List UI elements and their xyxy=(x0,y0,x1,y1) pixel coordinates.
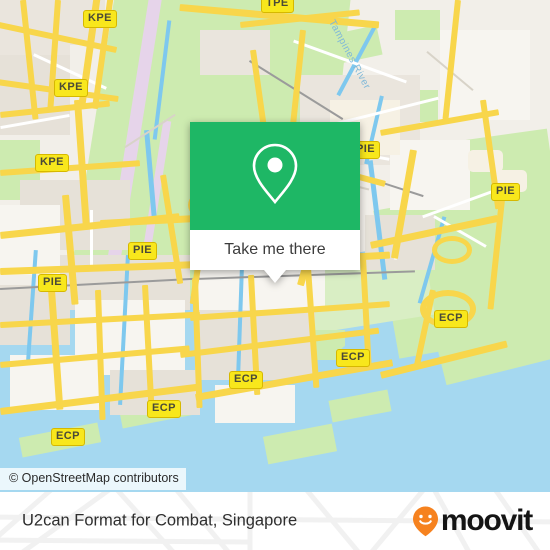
map-pin-icon xyxy=(248,141,302,212)
road-shield-kpe[interactable]: KPE xyxy=(35,154,69,172)
take-me-there-callout[interactable]: Take me there xyxy=(190,122,360,283)
road-shield-kpe[interactable]: KPE xyxy=(54,79,88,97)
moovit-logo[interactable]: moovit xyxy=(412,504,533,537)
moovit-map-screenshot: Tampines River TPE KPE KPE KPE PIE PIE P… xyxy=(0,0,550,550)
road-shield-pie[interactable]: PIE xyxy=(38,274,67,292)
road-shield-pie[interactable]: PIE xyxy=(128,242,157,260)
road-shield-ecp[interactable]: ECP xyxy=(336,349,370,367)
moovit-wordmark: moovit xyxy=(440,504,533,537)
road-shield-ecp[interactable]: ECP xyxy=(434,310,468,328)
road-shield-pie[interactable]: PIE xyxy=(491,183,520,201)
road-shield-ecp[interactable]: ECP xyxy=(51,428,85,446)
callout-button-label: Take me there xyxy=(224,241,326,258)
osm-attribution[interactable]: © OpenStreetMap contributors xyxy=(0,468,186,490)
callout-button[interactable]: Take me there xyxy=(190,230,360,283)
road-shield-ecp[interactable]: ECP xyxy=(229,371,263,389)
place-title: U2can Format for Combat, Singapore xyxy=(22,511,298,530)
road-shield-tpe[interactable]: TPE xyxy=(261,0,294,13)
callout-pointer xyxy=(264,270,286,283)
road-shield-ecp[interactable]: ECP xyxy=(147,400,181,418)
map-canvas[interactable]: Tampines River TPE KPE KPE KPE PIE PIE P… xyxy=(0,0,550,492)
map-roundabout-2 xyxy=(432,236,472,264)
callout-image-area xyxy=(190,122,360,230)
moovit-pin-icon xyxy=(412,505,439,537)
footer-bar: U2can Format for Combat, Singapore moovi… xyxy=(0,492,550,550)
road-shield-kpe[interactable]: KPE xyxy=(83,10,117,28)
